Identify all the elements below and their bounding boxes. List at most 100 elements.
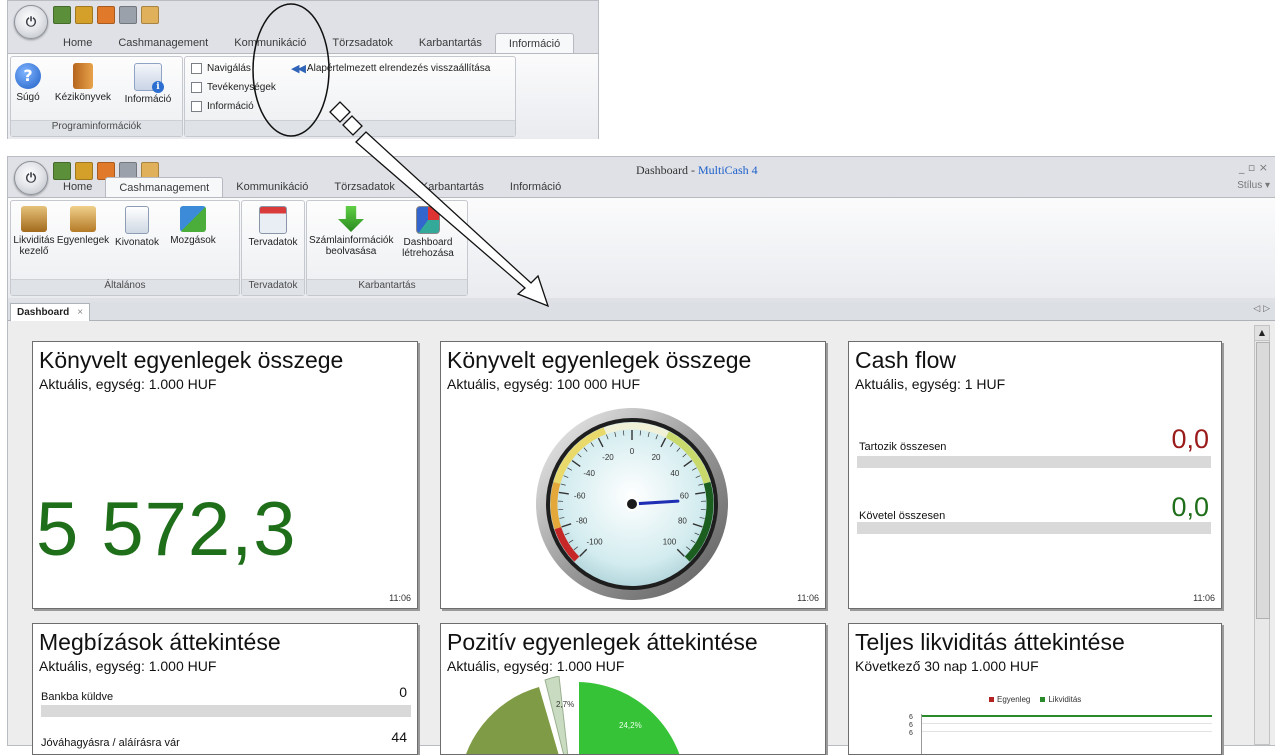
programinformaciok-group-label: Programinformációk — [11, 120, 182, 136]
user-icon[interactable] — [141, 6, 159, 24]
gauge-label: -40 — [583, 469, 595, 478]
sent-to-bank-bar — [41, 705, 411, 717]
panel-title: Teljes likviditás áttekintése — [855, 629, 1125, 656]
legend-red-swatch — [989, 697, 994, 702]
scroll-thumb[interactable] — [1256, 342, 1270, 619]
gauge-label: 20 — [652, 453, 661, 462]
debit-total-bar — [857, 456, 1211, 468]
tab-torzsadatok[interactable]: Törzsadatok — [321, 177, 408, 197]
panel-timestamp: 11:06 — [389, 593, 411, 603]
tervadatok-label: Tervadatok — [249, 237, 298, 248]
panel-title: Cash flow — [855, 347, 956, 374]
tevekenysegek-checkbox[interactable]: Tevékenységek — [191, 82, 276, 93]
top-ribbon-tabs: Home Cashmanagement Kommunikáció Törzsad… — [50, 33, 574, 54]
open-icon[interactable] — [97, 6, 115, 24]
panel-total-liquidity[interactable]: Teljes likviditás áttekintése Következő … — [848, 623, 1222, 755]
manual-book-icon — [73, 63, 93, 89]
gauge-label: 60 — [680, 492, 689, 501]
karbantartas-group-label: Karbantartás — [307, 279, 467, 295]
likviditas-kezelo-button[interactable]: Likviditás kezelő — [11, 206, 57, 257]
tab-kommunikacio[interactable]: Kommunikáció — [223, 177, 321, 197]
panel-positive-balances[interactable]: Pozitív egyenlegek áttekintése Aktuális,… — [440, 623, 826, 755]
gauge-label: 40 — [670, 469, 679, 478]
top-tab-informacio[interactable]: Információ — [495, 33, 574, 54]
settings-gear-icon[interactable] — [119, 6, 137, 24]
title-app-name: MultiCash 4 — [698, 163, 758, 177]
kivonatok-button[interactable]: Kivonatok — [111, 206, 163, 248]
gauge-label: -60 — [574, 492, 586, 501]
top-tab-cashmanagement[interactable]: Cashmanagement — [105, 33, 221, 53]
panel-title: Könyvelt egyenlegek összege — [447, 347, 751, 374]
tab-scroll-arrows[interactable]: ◁ ▷ — [1253, 304, 1270, 314]
kivonatok-label: Kivonatok — [115, 237, 159, 248]
group-karbantartas: Számlainformációk beolvasása Dashboard l… — [306, 200, 468, 296]
tab-karbantartas[interactable]: Karbantartás — [408, 177, 497, 197]
pie-label-small: 2,7% — [556, 700, 574, 709]
informacio-label: Információ — [125, 94, 172, 105]
szamlainformaciok-button[interactable]: Számlainformációk beolvasása — [309, 206, 393, 257]
statement-icon — [125, 206, 149, 234]
tevekenysegek-label: Tevékenységek — [207, 82, 276, 93]
dashboard-vertical-scrollbar[interactable]: ▲ — [1254, 325, 1270, 745]
close-icon[interactable]: × — [77, 304, 83, 321]
tab-home[interactable]: Home — [50, 177, 105, 197]
app-menu-button[interactable]: ⏻ — [14, 5, 48, 39]
scales-icon — [70, 206, 96, 232]
szamlainformaciok-label: Számlainformációk beolvasása — [309, 235, 393, 257]
panel-booked-balances-gauge[interactable]: Könyvelt egyenlegek összege Aktuális, eg… — [440, 341, 826, 609]
tab-informacio[interactable]: Információ — [497, 177, 574, 197]
power-icon: ⏻ — [26, 171, 36, 186]
top-tab-torzsadatok[interactable]: Törzsadatok — [319, 33, 406, 53]
panel-subtitle: Aktuális, egység: 1.000 HUF — [447, 658, 624, 674]
scales-money-icon — [21, 206, 47, 232]
scroll-up-arrow[interactable]: ▲ — [1255, 326, 1269, 341]
legend-green-swatch — [1040, 697, 1045, 702]
kezikonyvek-button[interactable]: Kézikönyvek — [53, 63, 113, 103]
sent-to-bank-value: 0 — [399, 684, 407, 700]
informacio-button[interactable]: i Információ — [118, 63, 178, 105]
gauge-label: 100 — [663, 537, 677, 546]
gauge-label: 80 — [678, 516, 687, 525]
checkbox-box — [191, 101, 202, 112]
egyenlegek-button[interactable]: Egyenlegek — [57, 206, 109, 246]
dashboard-area: Könyvelt egyenlegek összege Aktuális, eg… — [8, 321, 1275, 745]
refresh-icon[interactable] — [53, 6, 71, 24]
pie-label-green: 24,2% — [619, 721, 642, 730]
calendar-icon — [259, 206, 287, 234]
main-app-menu-button[interactable]: ⏻ — [14, 161, 48, 195]
navigalas-checkbox[interactable]: Navigálás — [191, 63, 251, 74]
power-icon: ⏻ — [26, 15, 36, 30]
group-view: Navigálás Tevékenységek Információ ◀◀Ala… — [184, 56, 516, 137]
top-tab-karbantartas[interactable]: Karbantartás — [406, 33, 495, 53]
legend-likviditas-label: Likviditás — [1048, 695, 1081, 704]
window-controls[interactable]: _ ▫ × — [1239, 161, 1268, 174]
mozgasok-button[interactable]: Mozgások — [163, 206, 223, 246]
tervadatok-button[interactable]: Tervadatok — [246, 206, 300, 248]
group-programinformaciok: ? Súgó Kézikönyvek i Információ Programi… — [10, 56, 183, 137]
folder-icon[interactable] — [75, 6, 93, 24]
movements-arrows-icon — [180, 206, 206, 232]
tab-dashboard-document[interactable]: Dashboard × — [10, 303, 90, 321]
sent-to-bank-label: Bankba küldve — [41, 691, 113, 703]
group-altalanos: Likviditás kezelő Egyenlegek Kivonatok M… — [10, 200, 240, 296]
top-tab-home[interactable]: Home — [50, 33, 105, 53]
navigalas-label: Navigálás — [207, 63, 251, 74]
panel-cash-flow[interactable]: Cash flow Aktuális, egység: 1 HUF Tartoz… — [848, 341, 1222, 609]
pie-slice-green — [579, 682, 686, 755]
group-tervadatok: Tervadatok Tervadatok — [241, 200, 305, 296]
panel-booked-balances-1[interactable]: Könyvelt egyenlegek összege Aktuális, eg… — [32, 341, 418, 609]
panel-orders-overview[interactable]: Megbízások áttekintése Aktuális, egység:… — [32, 623, 418, 755]
rewind-icon: ◀◀ — [291, 62, 304, 75]
panel-subtitle: Aktuális, egység: 1.000 HUF — [39, 376, 216, 392]
stilus-menu[interactable]: Stílus ▾ — [1237, 180, 1270, 191]
dashboard-tab-label: Dashboard — [17, 304, 69, 321]
quick-access-toolbar: ⏻ — [8, 1, 598, 25]
top-tab-kommunikacio[interactable]: Kommunikáció — [221, 33, 319, 53]
tab-cashmanagement[interactable]: Cashmanagement — [105, 177, 223, 198]
reset-layout-button[interactable]: ◀◀Alapértelmezett elrendezés visszaállít… — [291, 62, 490, 75]
document-tab-bar: Dashboard × ◁ ▷ — [8, 302, 1275, 321]
dashboard-letrehozasa-button[interactable]: Dashboard létrehozása — [395, 206, 461, 259]
informacio-checkbox[interactable]: Információ — [191, 101, 254, 112]
panel-title: Pozitív egyenlegek áttekintése — [447, 629, 758, 656]
sugo-button[interactable]: ? Súgó — [13, 63, 43, 103]
